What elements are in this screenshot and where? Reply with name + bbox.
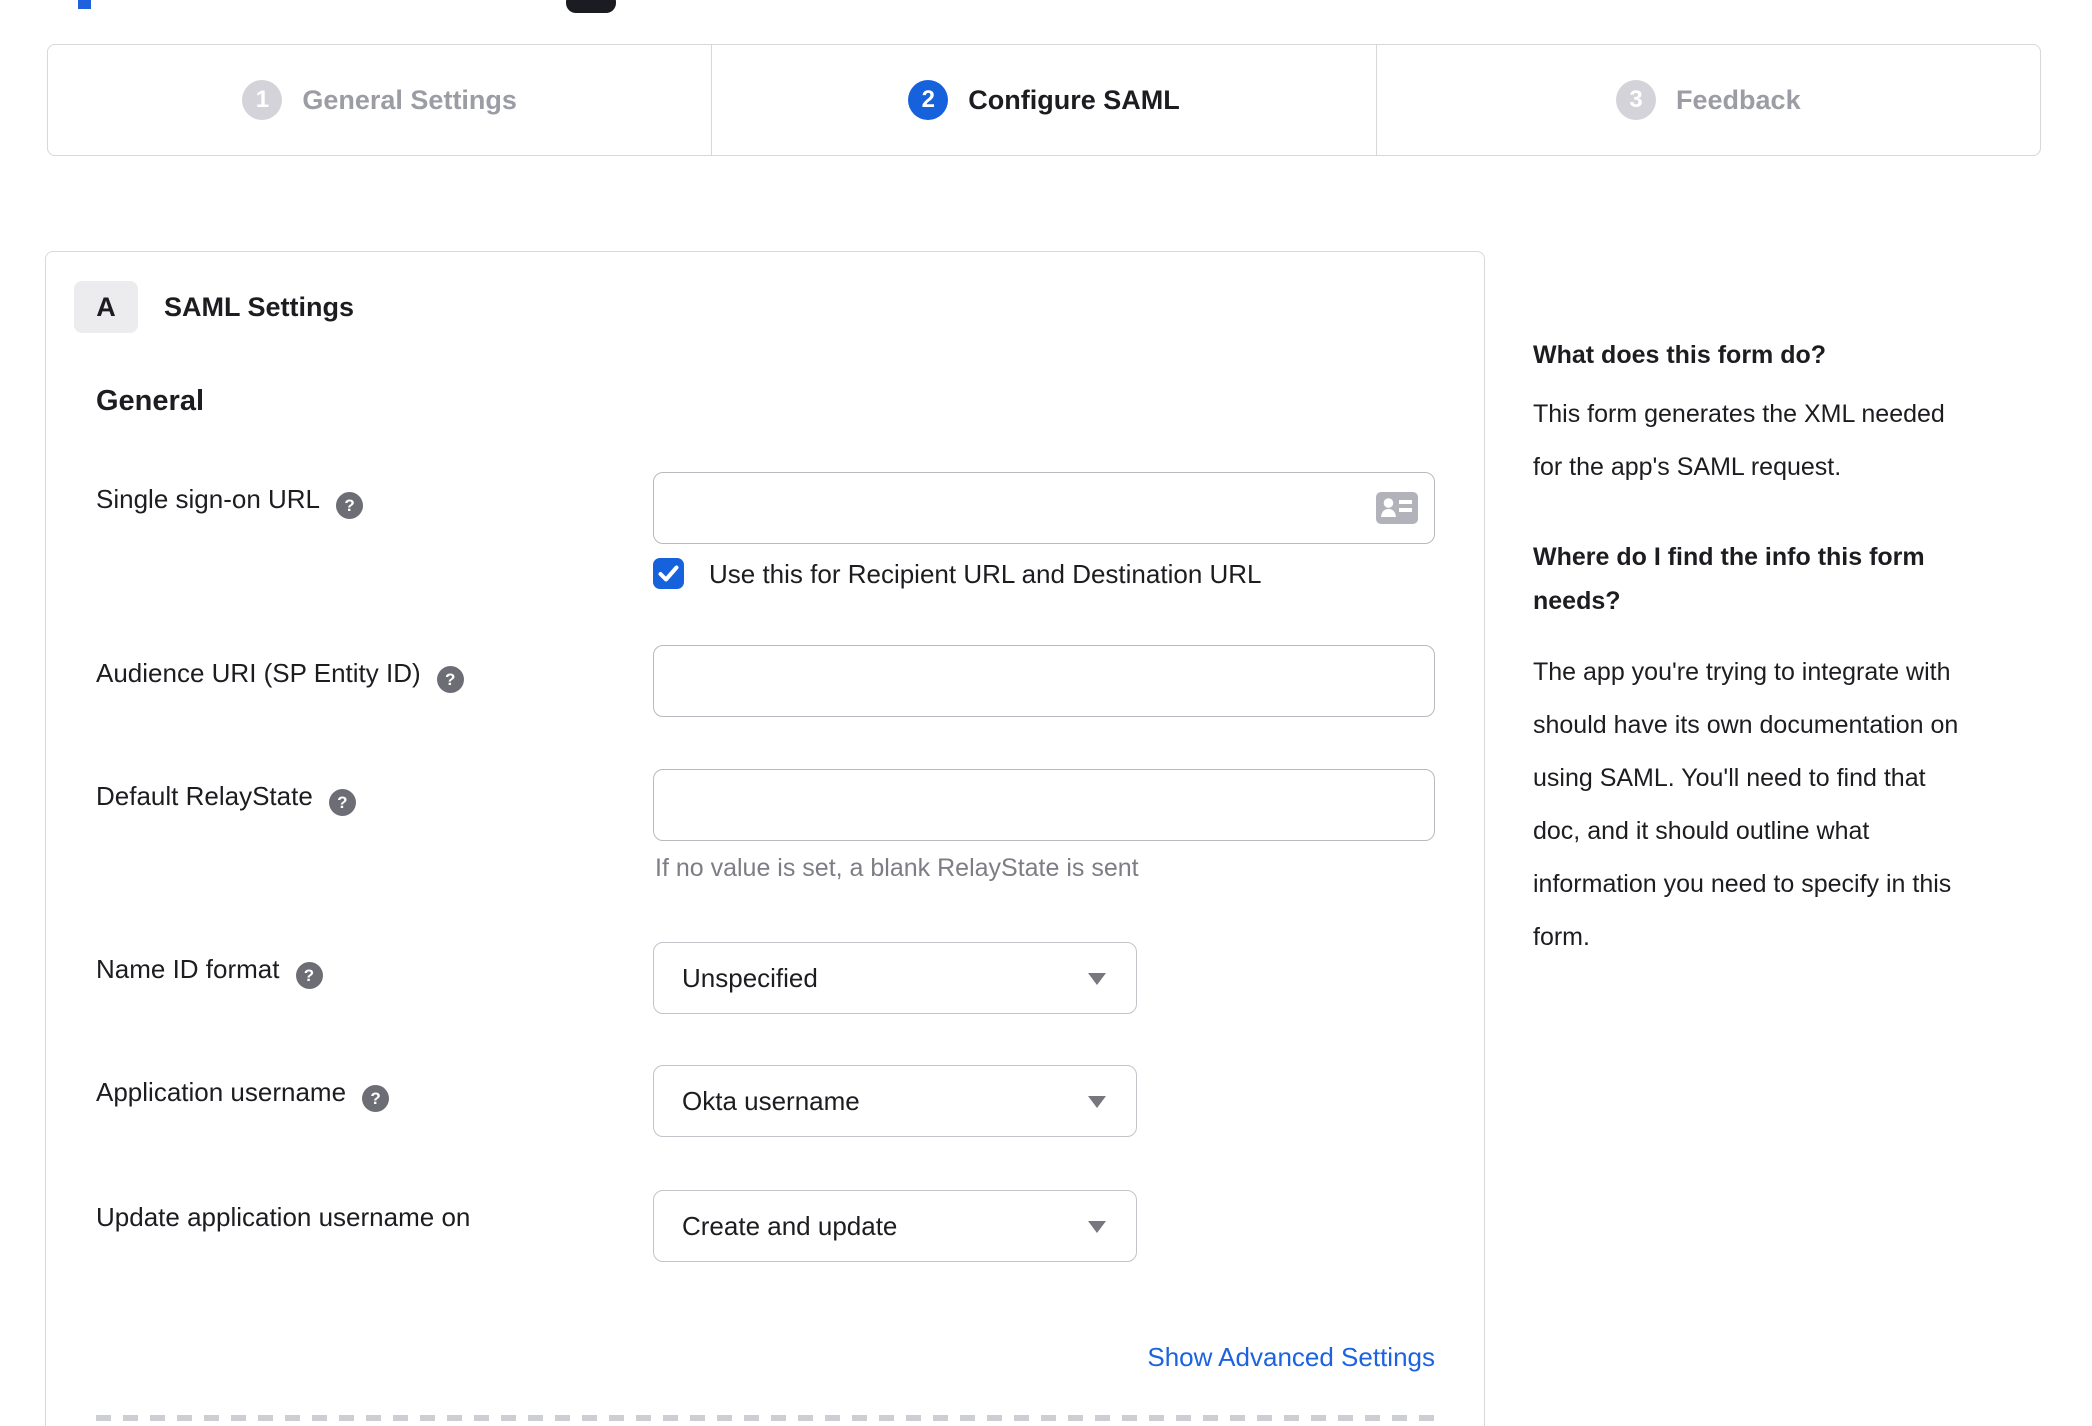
update-username-select[interactable]: Create and update — [653, 1190, 1137, 1262]
text-line: The app you're trying to integrate with — [1533, 658, 1951, 686]
use-for-recipient-checkbox[interactable] — [653, 558, 684, 589]
text-line: using SAML. You'll need to find that — [1533, 764, 1926, 792]
show-advanced-settings-link[interactable]: Show Advanced Settings — [653, 1342, 1435, 1373]
application-username-label: Application username? — [96, 1077, 390, 1112]
text-line: information you need to specify in this — [1533, 870, 1952, 898]
saml-settings-panel: A SAML Settings General Single sign-on U… — [45, 251, 1485, 1426]
step-number-badge: 3 — [1616, 80, 1657, 120]
text-line: should have its own documentation on — [1533, 711, 1959, 739]
heading-line: needs? — [1533, 587, 1621, 615]
chevron-down-icon — [1088, 1221, 1106, 1233]
step-feedback[interactable]: 3 Feedback — [1377, 45, 2040, 155]
what-does-form-do-text: This form generates the XML needed for t… — [1533, 388, 1945, 494]
sso-url-label: Single sign-on URL? — [96, 484, 364, 519]
heading-line: Where do I find the info this form — [1533, 543, 1925, 571]
relay-state-hint: If no value is set, a blank RelayState i… — [655, 854, 1139, 882]
text-line: form. — [1533, 923, 1590, 951]
sso-url-input[interactable] — [653, 472, 1435, 544]
step-label: General Settings — [302, 84, 517, 115]
application-username-label-text: Application username — [96, 1077, 347, 1107]
chevron-down-icon — [1088, 1096, 1106, 1108]
step-configure-saml[interactable]: 2 Configure SAML — [712, 45, 1377, 155]
sso-url-label-text: Single sign-on URL — [96, 484, 321, 514]
name-id-format-label: Name ID format? — [96, 954, 323, 989]
name-id-format-select[interactable]: Unspecified — [653, 942, 1137, 1014]
relay-state-label: Default RelayState? — [96, 781, 356, 816]
cutoff-blue-fragment — [78, 0, 91, 9]
help-icon[interactable]: ? — [336, 492, 364, 519]
where-find-info-text: The app you're trying to integrate with … — [1533, 646, 1958, 964]
name-id-format-value: Unspecified — [682, 962, 818, 993]
cutoff-dark-fragment — [566, 0, 616, 13]
update-username-value: Create and update — [682, 1210, 898, 1241]
relay-state-input[interactable] — [653, 769, 1435, 841]
chevron-down-icon — [1088, 973, 1106, 985]
help-icon[interactable]: ? — [436, 666, 464, 693]
help-icon[interactable]: ? — [362, 1085, 390, 1112]
update-username-label-text: Update application username on — [96, 1202, 471, 1232]
help-icon[interactable]: ? — [295, 962, 323, 989]
audience-uri-input[interactable] — [653, 645, 1435, 717]
dashed-section-divider — [96, 1415, 1436, 1421]
application-username-select[interactable]: Okta username — [653, 1065, 1137, 1137]
help-icon[interactable]: ? — [328, 789, 356, 816]
step-label: Feedback — [1676, 84, 1801, 115]
section-title: SAML Settings — [164, 292, 355, 322]
what-does-form-do-heading: What does this form do? — [1533, 341, 1827, 369]
text-line: for the app's SAML request. — [1533, 453, 1842, 481]
checkmark-icon — [658, 565, 679, 582]
use-for-recipient-label: Use this for Recipient URL and Destinati… — [709, 559, 1262, 589]
application-username-value: Okta username — [682, 1085, 860, 1116]
step-general-settings[interactable]: 1 General Settings — [48, 45, 713, 155]
where-find-info-heading: Where do I find the info this form needs… — [1533, 535, 1925, 623]
section-a-badge: A — [74, 281, 138, 333]
step-number-badge: 1 — [242, 80, 283, 120]
general-heading: General — [96, 385, 204, 417]
configure-saml-page: { "stepper": { "active_index": 1, "steps… — [0, 0, 2092, 1426]
update-username-label: Update application username on — [96, 1202, 470, 1233]
wizard-stepper: 1 General Settings 2 Configure SAML 3 Fe… — [47, 44, 2041, 156]
audience-uri-label: Audience URI (SP Entity ID)? — [96, 658, 464, 693]
audience-uri-label-text: Audience URI (SP Entity ID) — [96, 658, 421, 688]
name-id-format-label-text: Name ID format — [96, 954, 280, 984]
step-label: Configure SAML — [968, 84, 1180, 115]
text-line: This form generates the XML needed — [1533, 400, 1945, 428]
step-number-badge: 2 — [908, 80, 949, 120]
text-line: doc, and it should outline what — [1533, 817, 1870, 845]
relay-state-label-text: Default RelayState — [96, 781, 313, 811]
